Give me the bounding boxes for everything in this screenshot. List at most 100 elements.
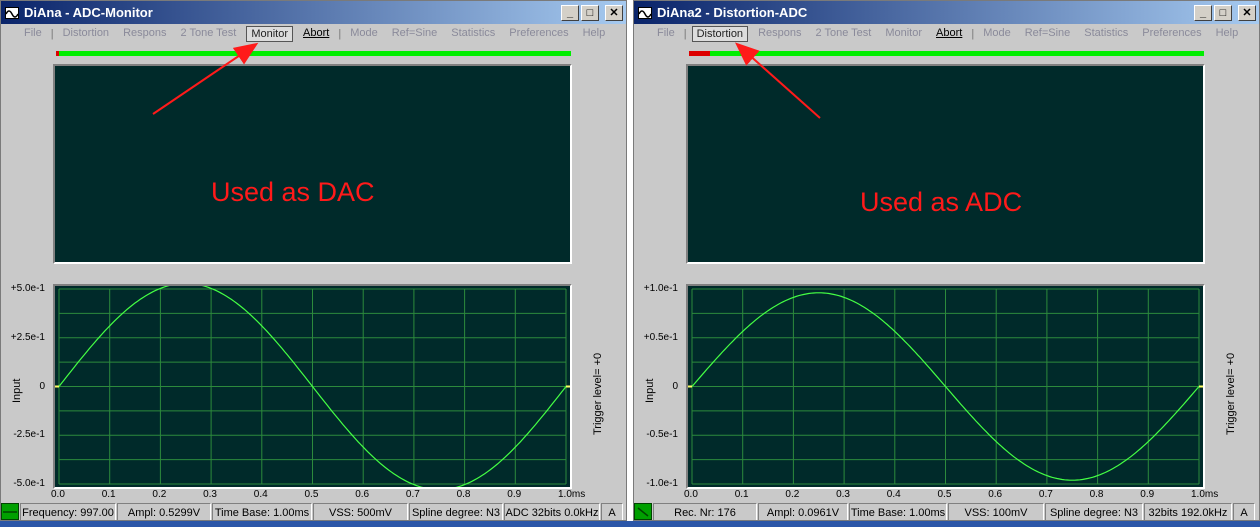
progress-bar: [689, 51, 1204, 56]
menu-separator: |: [338, 27, 342, 40]
menu-file[interactable]: File: [17, 24, 49, 43]
title-bar[interactable]: DiAna - ADC-Monitor _ □ ✕: [1, 1, 626, 24]
trigger-level-label: Trigger level= +0: [592, 352, 604, 435]
menu-statistics[interactable]: Statistics: [1077, 24, 1135, 43]
trigger-level-label: Trigger level= +0: [1225, 352, 1237, 435]
waveform-chart: [688, 288, 1203, 485]
status-bar: Rec. Nr: 176 Ampl: 0.0961V Time Base: 1.…: [634, 503, 1259, 520]
y-tick-label: +0.5e-1: [643, 331, 678, 343]
desktop: DiAna - ADC-Monitor _ □ ✕ File | Distort…: [0, 0, 1260, 527]
minimize-button[interactable]: _: [561, 5, 579, 21]
status-adc-info: 32bits 192.0kHz: [1144, 503, 1232, 520]
diana-app-icon[interactable]: [638, 6, 652, 19]
x-tick-label: 0.3: [836, 489, 850, 500]
status-vss: VSS: 500mV: [313, 503, 408, 520]
menu-help[interactable]: Help: [576, 24, 613, 43]
x-tick-label: 0.5: [937, 489, 952, 500]
window-title: DiAna - ADC-Monitor: [24, 5, 153, 20]
waveform-panel: [53, 282, 572, 491]
menu-preferences[interactable]: Preferences: [502, 24, 575, 43]
window-distortion-adc: DiAna2 - Distortion-ADC _ □ ✕ File | Dis…: [633, 0, 1260, 521]
spectrum-panel: [53, 64, 572, 264]
menu-file[interactable]: File: [650, 24, 682, 43]
window-title: DiAna2 - Distortion-ADC: [657, 5, 808, 20]
maximize-button[interactable]: □: [1214, 5, 1232, 21]
progress-marker: [689, 51, 710, 56]
x-tick-label: 0.2: [785, 489, 800, 500]
x-tick-label: 0.4: [253, 489, 268, 500]
minimize-button[interactable]: _: [1194, 5, 1212, 21]
status-spline-degree: Spline degree: N3: [409, 503, 503, 520]
menu-abort[interactable]: Abort: [929, 24, 969, 43]
menu-abort[interactable]: Abort: [296, 24, 336, 43]
y-tick-label: -2.5e-1: [13, 429, 45, 441]
menu-respons[interactable]: Respons: [116, 24, 173, 43]
menu-distortion[interactable]: Distortion: [691, 25, 749, 42]
close-button[interactable]: ✕: [1238, 5, 1256, 21]
status-channel: A: [1233, 503, 1255, 520]
y-tick-label: 0: [39, 380, 45, 392]
x-tick-label: 0.7: [405, 489, 420, 500]
menu-help[interactable]: Help: [1209, 24, 1246, 43]
menu-ref-sine[interactable]: Ref=Sine: [1018, 24, 1078, 43]
status-spline-degree: Spline degree: N3: [1045, 503, 1143, 520]
diana-app-icon[interactable]: [5, 6, 19, 19]
progress-marker: [56, 51, 59, 56]
menu-2-tone-test[interactable]: 2 Tone Test: [173, 24, 243, 43]
maximize-button[interactable]: □: [581, 5, 599, 21]
status-led-icon: [1, 503, 19, 520]
x-tick-label: 0.3: [203, 489, 217, 500]
status-bar: Frequency: 997.00 Ampl: 0.5299V Time Bas…: [1, 503, 626, 520]
menu-distortion[interactable]: Distortion: [56, 24, 116, 43]
x-tick-label: 0.0: [51, 489, 65, 500]
x-tick-label: 0.1: [734, 489, 749, 500]
menu-preferences[interactable]: Preferences: [1135, 24, 1208, 43]
menu-2-tone-test[interactable]: 2 Tone Test: [808, 24, 878, 43]
status-time-base: Time Base: 1.00ms: [212, 503, 312, 520]
menu-monitor[interactable]: Monitor: [878, 24, 929, 43]
status-frequency: Frequency: 997.00: [20, 503, 116, 520]
menu-statistics[interactable]: Statistics: [444, 24, 502, 43]
menu-mode[interactable]: Mode: [976, 24, 1018, 43]
status-record-number: Rec. Nr: 176: [653, 503, 757, 520]
title-bar[interactable]: DiAna2 - Distortion-ADC _ □ ✕: [634, 1, 1259, 24]
x-tick-label: 0.8: [456, 489, 471, 500]
x-tick-label: 0.2: [152, 489, 167, 500]
menu-mode[interactable]: Mode: [343, 24, 385, 43]
x-tick-label: 1.0ms: [1191, 489, 1219, 500]
y-tick-label: +5.0e-1: [10, 283, 45, 294]
y-axis-label: Input: [11, 378, 23, 403]
x-tick-label: 0.4: [886, 489, 901, 500]
x-tick-label: 0.6: [355, 489, 370, 500]
status-vss: VSS: 100mV: [948, 503, 1044, 520]
menu-ref-sine[interactable]: Ref=Sine: [385, 24, 445, 43]
y-tick-label: -5.0e-1: [13, 478, 45, 489]
y-tick-label: 0: [672, 380, 678, 392]
x-tick-label: 0.6: [988, 489, 1003, 500]
y-tick-label: -1.0e-1: [646, 478, 678, 489]
status-amplitude: Ampl: 0.5299V: [117, 503, 211, 520]
spectrum-panel: [686, 64, 1205, 264]
y-tick-label: -0.5e-1: [646, 429, 678, 441]
x-tick-label: 0.9: [507, 489, 522, 500]
menu-bar: File | Distortion Respons 2 Tone Test Mo…: [634, 24, 1259, 43]
x-tick-label: 0.8: [1089, 489, 1104, 500]
status-channel: A: [601, 503, 623, 520]
menu-separator: |: [50, 27, 54, 40]
taskbar-strip: [0, 521, 1260, 527]
close-button[interactable]: ✕: [605, 5, 623, 21]
annotation-text: Used as DAC: [211, 177, 375, 207]
menu-separator: |: [971, 27, 975, 40]
menu-bar: File | Distortion Respons 2 Tone Test Mo…: [1, 24, 626, 43]
menu-respons[interactable]: Respons: [751, 24, 808, 43]
waveform-chart: [55, 282, 570, 491]
menu-monitor[interactable]: Monitor: [246, 25, 294, 42]
progress-bar: [56, 51, 571, 56]
y-tick-label: +1.0e-1: [643, 283, 678, 294]
window-adc-monitor: DiAna - ADC-Monitor _ □ ✕ File | Distort…: [0, 0, 627, 521]
x-tick-label: 0.0: [684, 489, 698, 500]
status-amplitude: Ampl: 0.0961V: [758, 503, 848, 520]
y-tick-label: +2.5e-1: [10, 331, 45, 343]
x-tick-label: 0.7: [1038, 489, 1053, 500]
menu-separator: |: [683, 27, 687, 40]
